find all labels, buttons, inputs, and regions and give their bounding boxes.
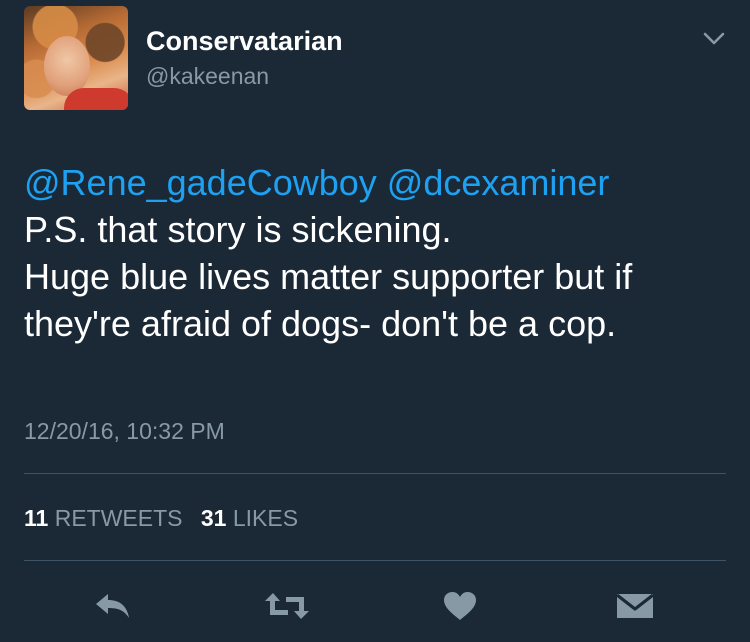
chevron-down-icon[interactable]: [703, 32, 725, 46]
reply-icon: [96, 594, 129, 618]
tweet-text: @Rene_gadeCowboy @dcexaminer P.S. that s…: [24, 159, 724, 347]
divider: [24, 473, 726, 474]
tweet-line: Huge blue lives matter supporter but if: [24, 256, 633, 297]
retweet-icon: [265, 593, 309, 619]
user-handle[interactable]: @kakeenan: [146, 63, 269, 90]
tweet-timestamp: 12/20/16, 10:32 PM: [24, 418, 225, 444]
likes-count[interactable]: 31: [201, 505, 227, 531]
tweet-line: they're afraid of dogs- don't be a cop.: [24, 303, 617, 344]
tweet-line: P.S. that story is sickening.: [24, 209, 452, 250]
reply-button[interactable]: [92, 588, 134, 624]
avatar[interactable]: [24, 6, 128, 110]
tweet-stats: 11 RETWEETS 31 LIKES: [24, 505, 298, 532]
direct-message-button[interactable]: [614, 588, 656, 624]
heart-icon: [444, 592, 476, 620]
retweets-label[interactable]: RETWEETS: [55, 505, 183, 531]
avatar-face: [44, 36, 90, 96]
like-button[interactable]: [440, 588, 480, 624]
envelope-icon: [616, 593, 654, 618]
likes-label[interactable]: LIKES: [233, 505, 298, 531]
avatar-shirt: [64, 88, 128, 110]
retweets-count[interactable]: 11: [24, 505, 48, 531]
display-name[interactable]: Conservatarian: [146, 26, 343, 57]
tweet-mentions[interactable]: @Rene_gadeCowboy @dcexaminer: [24, 159, 724, 206]
retweet-button[interactable]: [264, 588, 310, 624]
divider: [24, 560, 726, 561]
